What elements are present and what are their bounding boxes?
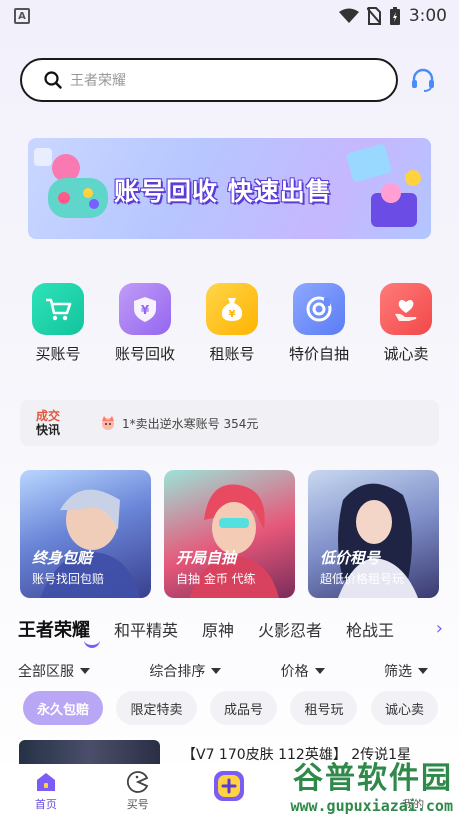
tab-gun-king[interactable]: 枪战王 [346, 617, 394, 641]
quick-sincere-sell[interactable]: 诚心卖 [370, 283, 442, 373]
heart-hand-icon [395, 300, 417, 321]
spin-icon [306, 296, 332, 322]
filter-bar: 全部区服 综合排序 价格 筛选 [18, 660, 428, 682]
gift-icon [346, 144, 421, 227]
cart-icon [46, 298, 72, 321]
status-bar: A 3:00 [0, 0, 459, 32]
status-time: 3:00 [408, 6, 447, 26]
quick-rent-account[interactable]: ¥ 租账号 [196, 283, 268, 373]
quick-label: 买账号 [35, 345, 81, 363]
triangle-down-icon [211, 668, 222, 674]
triangle-down-icon [80, 668, 90, 674]
app-notification-icon: A [14, 8, 30, 24]
feature-card-lifetime-compensation[interactable]: 终身包赔 账号找回包赔 [20, 470, 151, 598]
chevron-right-icon[interactable]: › [436, 618, 443, 639]
filter-sort[interactable]: 综合排序 [149, 660, 222, 682]
feature-card-self-draw[interactable]: 开局自抽 自抽 金币 代练 [164, 470, 295, 598]
triangle-down-icon [314, 668, 325, 674]
chip-limited-sale[interactable]: 限定特卖 [116, 691, 197, 725]
card-title: 低价租号 [320, 549, 381, 567]
nav-home[interactable]: 首页 [0, 770, 92, 812]
chip-permanent-compensation[interactable]: 永久包赔 [23, 691, 104, 725]
no-sim-icon [366, 7, 381, 25]
promo-banner[interactable]: 账号回收 快速出售 [28, 138, 431, 239]
feature-card-cheap-rent[interactable]: 低价租号 超低价格租号玩 [308, 470, 439, 598]
nav-buy[interactable]: 买号 [92, 770, 184, 812]
tab-honor-of-kings[interactable]: 王者荣耀 [18, 616, 100, 648]
filter-server[interactable]: 全部区服 [18, 660, 90, 682]
quick-label: 租账号 [209, 345, 255, 363]
watermark-title: 谷普软件园 [293, 761, 453, 796]
battery-icon [389, 6, 400, 25]
card-title: 开局自抽 [176, 549, 237, 567]
chip-finished-account[interactable]: 成品号 [209, 691, 277, 725]
add-icon [214, 771, 245, 801]
filter-price[interactable]: 价格 [281, 660, 325, 682]
user-avatar-icon [102, 416, 115, 430]
chip-sincere-sell[interactable]: 诚心卖 [370, 691, 438, 725]
watermark-url: www.gupuxiazai.com [290, 797, 453, 815]
quick-label: 特价自抽 [288, 345, 349, 363]
card-title: 终身包赔 [32, 549, 93, 567]
card-subtitle: 账号找回包赔 [32, 572, 105, 586]
quick-label: 诚心卖 [383, 345, 429, 363]
svg-text:¥: ¥ [141, 303, 150, 317]
game-tabs: 王者荣耀 和平精英 原神 火影忍者 枪战王 › [18, 612, 443, 648]
filter-more[interactable]: 筛选 [384, 660, 428, 682]
quick-label: 账号回收 [114, 345, 175, 363]
pacman-icon [126, 771, 148, 793]
chip-rent-play[interactable]: 租号玩 [290, 691, 358, 725]
search-placeholder: 王者荣耀 [70, 73, 126, 89]
tab-naruto[interactable]: 火影忍者 [258, 617, 322, 641]
shield-yen-icon: ¥ [134, 297, 156, 322]
search-input[interactable]: 王者荣耀 [20, 58, 398, 102]
gamepad-icon [34, 148, 108, 218]
card-subtitle: 自抽 金币 代练 [176, 572, 256, 586]
tab-genshin[interactable]: 原神 [202, 617, 234, 641]
banner-title: 账号回收 快速出售 [114, 177, 332, 206]
card-subtitle: 超低价格租号玩 [320, 572, 405, 586]
quick-account-recycle[interactable]: ¥ 账号回收 [109, 283, 181, 373]
quick-filter-chips: 永久包赔 限定特卖 成品号 租号玩 诚心卖 [23, 691, 438, 725]
news-tag: 成交 快讯 [36, 409, 61, 437]
headset-icon[interactable] [410, 67, 436, 93]
tab-peace-elite[interactable]: 和平精英 [114, 617, 178, 641]
quick-special-draw[interactable]: 特价自抽 [283, 283, 355, 373]
quick-buy-account[interactable]: 买账号 [22, 283, 94, 373]
money-bag-icon: ¥ [221, 298, 243, 321]
triangle-down-icon [417, 668, 428, 674]
search-row: 王者荣耀 [20, 58, 440, 102]
feature-cards: 终身包赔 账号找回包赔 开局自抽 自抽 金币 代练 低价租号 超低价格租号玩 [20, 470, 439, 598]
home-icon [36, 773, 55, 791]
news-message: 1*卖出逆水寒账号 354元 [122, 416, 259, 431]
svg-text:¥: ¥ [229, 309, 236, 320]
site-watermark: 谷普软件园 www.gupuxiazai.com [249, 752, 459, 816]
wifi-icon [338, 8, 359, 23]
quick-actions: 买账号 ¥ 账号回收 ¥ 租账号 特价自抽 诚心卖 [22, 283, 442, 373]
search-icon [44, 71, 62, 89]
deal-news-ticker[interactable]: 成交 快讯 1*卖出逆水寒账号 354元 [20, 400, 439, 446]
